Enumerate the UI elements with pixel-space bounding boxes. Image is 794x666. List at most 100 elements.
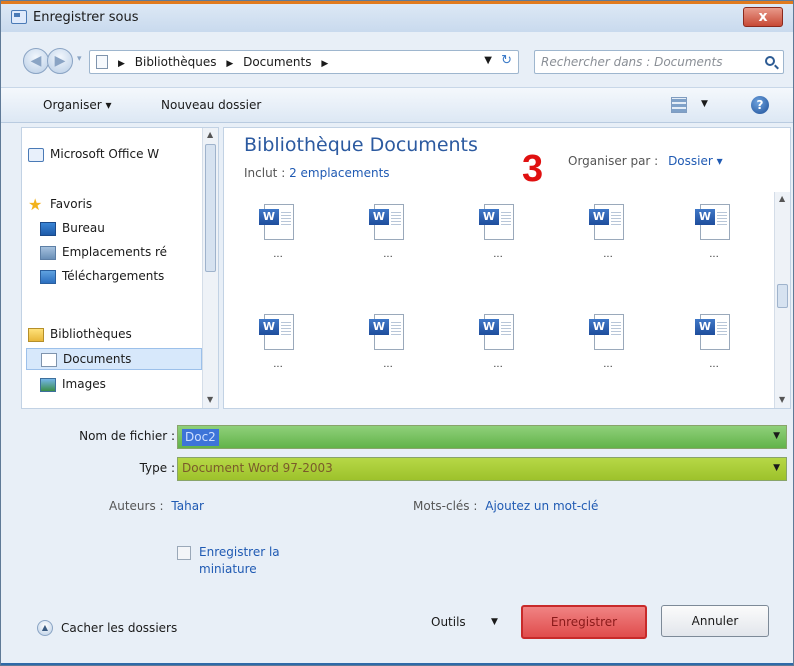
file-label: ... [603,359,613,370]
sidebar-item-bureau[interactable]: Bureau [26,218,202,240]
type-dropdown-icon[interactable]: ▼ [773,463,780,473]
breadcrumb-item-bibliotheques[interactable]: Bibliothèques [135,55,217,69]
sidebar-item-bibliotheques[interactable]: Bibliothèques [26,324,202,346]
file-item[interactable]: ... [448,314,548,414]
sidebar-item-microsoft-office[interactable]: Microsoft Office W [26,144,202,166]
includes-prefix: Inclut : [244,166,286,180]
search-box[interactable] [534,50,784,74]
file-item[interactable]: ... [558,204,658,304]
file-list-scrollbar[interactable]: ▲ ▼ [774,192,790,408]
desktop-icon [40,222,56,236]
step-number-annotation: 3 [522,148,544,190]
refresh-icon[interactable]: ↻ [501,53,512,68]
cancel-button[interactable]: Annuler [661,605,769,637]
new-folder-button[interactable]: Nouveau dossier [161,98,261,112]
word-document-icon [259,204,294,240]
type-label: Type : [139,461,175,475]
window-icon [11,10,27,24]
scroll-up-icon[interactable]: ▲ [207,130,213,139]
file-item[interactable]: ... [338,314,438,414]
sidebar-item-label: Favoris [50,197,93,211]
address-row: ◀ ▶ ▾ ▶ Bibliothèques ▶ Documents ▶ ▼ ↻ [1,45,793,77]
filename-value[interactable]: Doc2 [182,429,219,446]
sidebar-item-label: Documents [63,352,132,366]
chevron-up-icon[interactable]: ▲ [37,620,53,636]
filename-field[interactable]: Doc2 ▼ [177,425,787,449]
file-item[interactable]: ... [338,204,438,304]
library-includes: Inclut : 2 emplacements [244,166,390,180]
word-document-icon [589,314,624,350]
filename-label: Nom de fichier : [79,429,175,443]
view-dropdown-icon[interactable]: ▼ [701,99,708,109]
filename-dropdown-icon[interactable]: ▼ [773,431,780,441]
save-as-dialog: Enregistrer sous x ◀ ▶ ▾ ▶ Bibliothèques… [0,0,794,666]
sidebar-item-telechargements[interactable]: Téléchargements [26,266,202,288]
word-document-icon [695,204,730,240]
file-item[interactable]: ... [228,204,328,304]
scroll-down-icon[interactable]: ▼ [207,395,213,404]
history-dropdown-icon[interactable]: ▾ [77,54,85,66]
sidebar-item-emplacements[interactable]: Emplacements ré [26,242,202,264]
breadcrumb-item-documents[interactable]: Documents [243,55,311,69]
address-dropdown-icon[interactable]: ▼ [484,55,492,66]
tools-dropdown-icon[interactable]: ▼ [491,617,498,627]
keywords-value[interactable]: Ajoutez un mot-clé [485,499,598,513]
type-select[interactable]: Document Word 97-2003 ▼ [177,457,787,481]
authors-meta: Auteurs : Tahar [109,499,204,513]
file-label: ... [709,249,719,260]
file-label: ... [383,249,393,260]
file-item[interactable]: ... [228,314,328,414]
hide-folders-button[interactable]: Cacher les dossiers [61,621,177,635]
forward-button[interactable]: ▶ [47,48,73,74]
keywords-label: Mots-clés : [413,499,478,513]
keywords-meta: Mots-clés : Ajoutez un mot-clé [413,499,598,513]
search-icon[interactable] [765,56,775,66]
file-item[interactable]: ... [558,314,658,414]
file-item[interactable]: ... [664,204,764,304]
window-title: Enregistrer sous [33,10,139,25]
authors-label: Auteurs : [109,499,164,513]
library-icon [28,328,44,342]
back-button[interactable]: ◀ [23,48,49,74]
sidebar-item-favoris[interactable]: ★ Favoris [26,194,202,216]
sidebar-scrollbar[interactable]: ▲ ▼ [202,128,218,408]
save-thumbnail-label[interactable]: Enregistrer la miniature [199,544,309,578]
scroll-up-icon[interactable]: ▲ [779,194,785,203]
scroll-down-icon[interactable]: ▼ [779,395,785,404]
file-item[interactable]: ... [664,314,764,414]
documents-icon [41,353,57,367]
word-icon [28,148,44,162]
type-value: Document Word 97-2003 [182,461,333,475]
arrange-prefix: Organiser par : [568,154,659,168]
tools-button[interactable]: Outils [431,615,466,629]
close-button[interactable]: x [743,7,783,27]
search-input[interactable] [541,54,751,70]
address-bar[interactable]: ▶ Bibliothèques ▶ Documents ▶ ▼ ↻ [89,50,519,74]
scrollbar-thumb[interactable] [205,144,216,272]
breadcrumb-separator-icon: ▶ [321,59,329,69]
help-icon[interactable]: ? [751,96,769,114]
sidebar-item-label: Téléchargements [62,269,165,283]
sidebar-item-label: Microsoft Office W [50,147,160,161]
authors-value[interactable]: Tahar [171,499,204,513]
scrollbar-thumb[interactable] [777,284,788,308]
folder-icon [96,55,108,69]
library-title: Bibliothèque Documents [244,134,478,156]
breadcrumb-separator-icon: ▶ [226,59,234,69]
organiser-button[interactable]: Organiser ▾ [43,98,111,112]
sidebar-item-documents[interactable]: Documents [26,348,202,370]
breadcrumb-separator-icon: ▶ [118,59,125,69]
locations-link[interactable]: 2 emplacements [289,166,389,180]
file-label: ... [493,359,503,370]
arrange-by-dropdown[interactable]: Dossier ▾ [668,154,723,168]
sidebar-item-images[interactable]: Images [26,374,202,396]
change-view-icon[interactable] [671,97,687,113]
file-label: ... [493,249,503,260]
images-icon [40,378,56,392]
file-label: ... [603,249,613,260]
save-thumbnail-checkbox[interactable] [177,546,191,560]
file-label: ... [273,249,283,260]
places-icon [40,246,56,260]
save-button[interactable]: Enregistrer [521,605,647,639]
file-item[interactable]: ... [448,204,548,304]
